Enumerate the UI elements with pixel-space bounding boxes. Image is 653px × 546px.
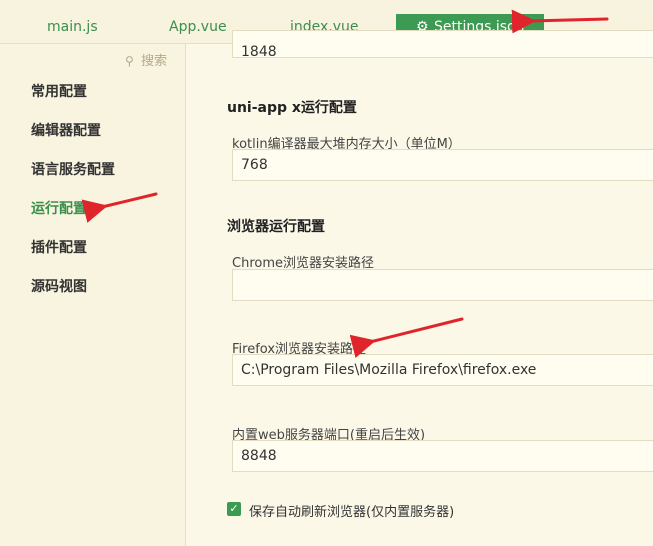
sidebar-item-plugins[interactable]: 插件配置 [31, 237, 87, 257]
auto-refresh-label: 保存自动刷新浏览器(仅内置服务器) [249, 505, 455, 520]
sidebar-search[interactable]: ⚲ 搜索 [125, 50, 167, 69]
kotlin-heap-input[interactable]: 768 [232, 149, 653, 181]
tab-main-js[interactable]: main.js [47, 14, 98, 40]
section-browser-title: 浏览器运行配置 [227, 219, 325, 235]
partial-top-value: 1848 [241, 44, 277, 58]
partial-top-input[interactable]: 1848 [232, 30, 653, 58]
auto-refresh-checkbox[interactable]: ✓ [227, 502, 241, 516]
sidebar-item-run[interactable]: 运行配置 [31, 198, 87, 218]
chrome-path-input[interactable] [232, 269, 653, 301]
section-uniapp-x-title: uni-app x运行配置 [227, 100, 357, 116]
firefox-path-input[interactable]: C:\Program Files\Mozilla Firefox\firefox… [232, 354, 653, 386]
sidebar-item-common[interactable]: 常用配置 [31, 81, 87, 101]
web-port-input[interactable]: 8848 [232, 440, 653, 472]
settings-main: 1848 uni-app x运行配置 kotlin编译器最大堆内存大小（单位M）… [187, 30, 653, 546]
sidebar-item-language-service[interactable]: 语言服务配置 [31, 159, 115, 179]
search-icon: ⚲ [125, 54, 134, 68]
search-placeholder: 搜索 [141, 54, 168, 69]
settings-sidebar: ⚲ 搜索 常用配置 编辑器配置 语言服务配置 运行配置 插件配置 源码视图 [0, 44, 186, 546]
sidebar-item-editor[interactable]: 编辑器配置 [31, 120, 101, 140]
sidebar-item-source-view[interactable]: 源码视图 [31, 276, 87, 296]
tab-app-vue[interactable]: App.vue [169, 14, 227, 40]
